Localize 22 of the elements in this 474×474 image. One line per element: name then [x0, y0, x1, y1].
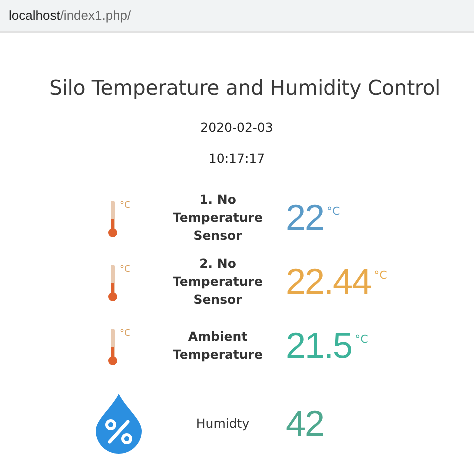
time-text: 10:17:17	[208, 151, 266, 166]
humidity-drop-icon	[96, 394, 142, 454]
unit-label: °C	[355, 333, 368, 346]
unit-label: °C	[120, 265, 131, 275]
thermometer-icon	[108, 329, 118, 367]
address-bar[interactable]: localhost/index1.php/	[0, 0, 474, 33]
sensor-label: Humidty	[195, 415, 251, 433]
reading-value: 22	[286, 198, 324, 238]
reading-value: 22.44	[286, 262, 372, 302]
sensor-label: 1. No Temperature Sensor	[172, 191, 264, 245]
unit-label: °C	[120, 201, 131, 211]
reading-value: 21.5	[286, 326, 352, 366]
date-text: 2020-02-03	[200, 120, 274, 135]
thermometer-icon	[108, 201, 118, 239]
unit-label: °C	[327, 205, 340, 218]
sensor-label: Ambient Temperature	[172, 328, 264, 364]
thermometer-icon	[108, 265, 118, 303]
unit-label: °C	[120, 329, 131, 339]
sensor-label: 2. No Temperature Sensor	[172, 255, 264, 309]
reading-value: 42	[286, 404, 324, 444]
unit-label: °C	[374, 269, 388, 282]
page-title: Silo Temperature and Humidity Control	[48, 76, 441, 100]
